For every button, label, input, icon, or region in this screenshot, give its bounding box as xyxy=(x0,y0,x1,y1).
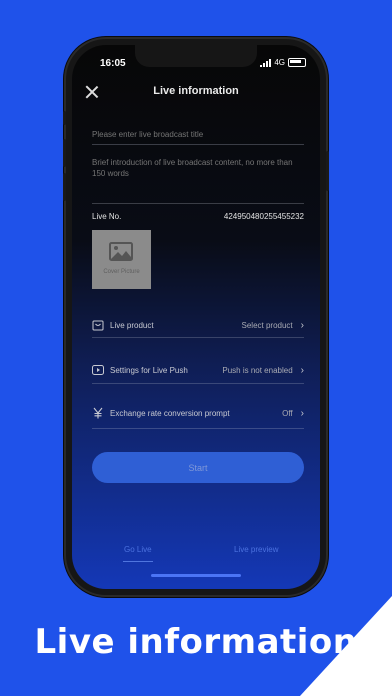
chevron-right-icon: › xyxy=(300,319,304,331)
live-push-label: Settings for Live Push xyxy=(110,365,188,375)
app-screen: 16:05 4G Live information Live No. 42495… xyxy=(72,45,320,589)
page-title: Live information xyxy=(153,85,239,97)
exchange-rate-value: Off xyxy=(282,408,293,418)
row-divider xyxy=(92,337,304,338)
bag-icon xyxy=(92,320,104,331)
tab-live-preview[interactable]: Live preview xyxy=(234,545,278,554)
exchange-rate-label: Exchange rate conversion prompt xyxy=(110,408,230,418)
cover-picture-label: Cover Picture xyxy=(103,269,140,275)
play-icon xyxy=(92,365,104,375)
marketing-caption: Live information xyxy=(34,622,358,662)
live-product-value: Select product xyxy=(241,320,293,330)
mute-switch xyxy=(63,111,66,125)
title-divider xyxy=(92,144,304,145)
live-product-row[interactable]: Live product Select product › xyxy=(92,314,304,336)
title-input[interactable] xyxy=(92,126,304,142)
row-divider xyxy=(92,383,304,384)
home-indicator xyxy=(151,574,241,577)
cover-picture-upload[interactable]: Cover Picture xyxy=(92,230,151,289)
network-type: 4G xyxy=(274,58,285,67)
active-tab-indicator xyxy=(123,561,153,562)
live-push-value: Push is not enabled xyxy=(222,365,293,375)
volume-down-button xyxy=(63,173,66,201)
live-no-label: Live No. xyxy=(92,212,122,221)
chevron-right-icon: › xyxy=(300,364,304,376)
live-product-label: Live product xyxy=(110,320,154,330)
notch xyxy=(135,45,257,67)
volume-up-button xyxy=(63,139,66,167)
power-button xyxy=(326,151,329,191)
tab-go-live[interactable]: Go Live xyxy=(124,545,152,554)
description-input[interactable] xyxy=(92,157,304,197)
live-no-value: 424950480255455232 xyxy=(223,212,304,221)
bottom-tabs: Go Live Live preview xyxy=(72,545,320,565)
image-icon xyxy=(109,242,133,261)
status-time: 16:05 xyxy=(100,58,126,69)
signal-icon xyxy=(260,58,272,67)
status-indicators: 4G xyxy=(260,58,306,67)
exchange-rate-row[interactable]: Exchange rate conversion prompt Off › xyxy=(92,402,304,424)
description-divider xyxy=(92,203,304,204)
row-divider xyxy=(92,428,304,429)
battery-icon xyxy=(288,58,306,67)
yen-icon xyxy=(93,407,103,419)
live-push-row[interactable]: Settings for Live Push Push is not enabl… xyxy=(92,359,304,381)
start-button[interactable]: Start xyxy=(92,452,304,483)
chevron-right-icon: › xyxy=(300,407,304,419)
phone-frame: 16:05 4G Live information Live No. 42495… xyxy=(63,39,329,595)
